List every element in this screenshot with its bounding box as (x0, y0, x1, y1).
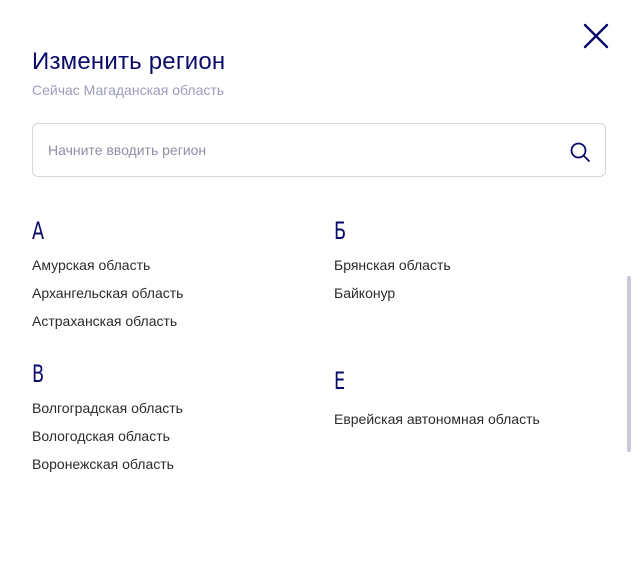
group-letter: В (32, 360, 45, 388)
group-letter: Е (334, 367, 346, 395)
region-list: Брянская область Байконур (334, 251, 451, 307)
close-icon (583, 23, 609, 49)
region-item[interactable]: Архангельская область (32, 279, 183, 307)
region-group-e: Е Еврейская автономная область (334, 368, 540, 433)
region-item[interactable]: Волгоградская область (32, 394, 183, 422)
region-item[interactable]: Амурская область (32, 251, 183, 279)
search-box (32, 123, 606, 177)
modal-title: Изменить регион (32, 48, 226, 75)
scrollbar[interactable] (627, 276, 631, 452)
close-button[interactable] (582, 22, 610, 50)
region-item[interactable]: Еврейская автономная область (334, 405, 540, 433)
region-group-v: В Волгоградская область Вологодская обла… (32, 361, 183, 478)
region-modal: Изменить регион Сейчас Магаданская облас… (0, 0, 640, 568)
region-group-b: Б Брянская область Байконур (334, 218, 451, 307)
search-icon[interactable] (569, 141, 591, 163)
search-input[interactable] (48, 124, 548, 176)
region-item[interactable]: Байконур (334, 279, 451, 307)
region-list: Амурская область Архангельская область А… (32, 251, 183, 335)
region-group-a: А Амурская область Архангельская область… (32, 218, 183, 335)
current-region-subtitle: Сейчас Магаданская область (32, 82, 225, 98)
region-list: Волгоградская область Вологодская област… (32, 394, 183, 478)
group-letter: Б (334, 217, 347, 245)
region-item[interactable]: Брянская область (334, 251, 451, 279)
region-list: Еврейская автономная область (334, 405, 540, 433)
region-item[interactable]: Воронежская область (32, 450, 183, 478)
region-item[interactable]: Вологодская область (32, 422, 183, 450)
region-item[interactable]: Астраханская область (32, 307, 183, 335)
group-letter: А (32, 217, 45, 245)
